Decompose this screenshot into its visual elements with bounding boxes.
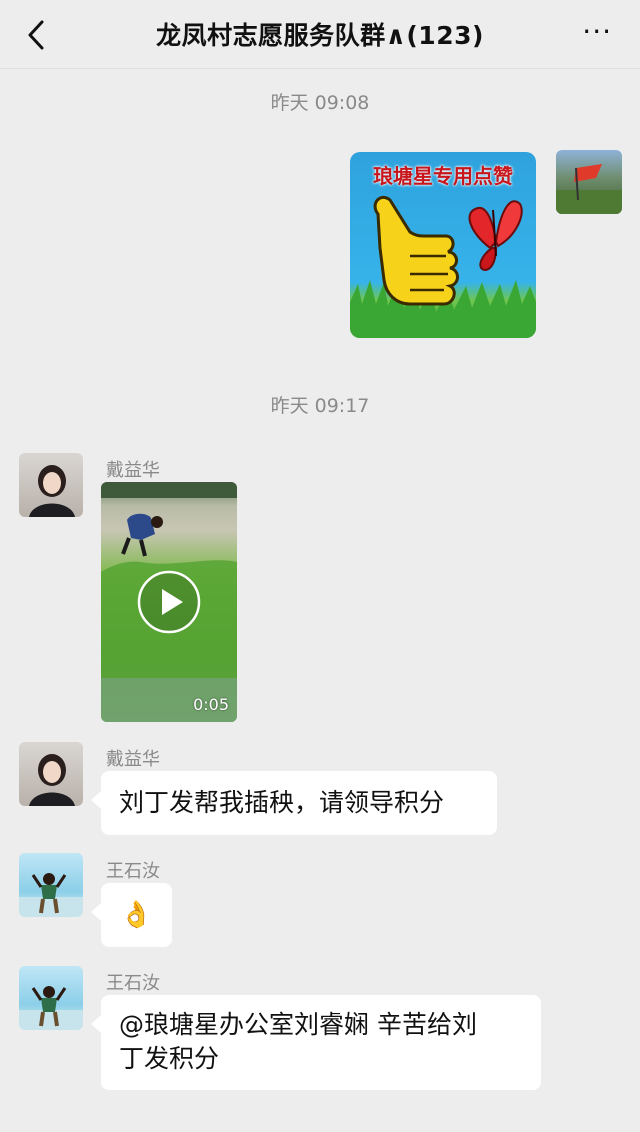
person-icon: [29, 465, 75, 517]
person-icon: [19, 986, 83, 1030]
self-avatar[interactable]: [556, 150, 622, 214]
person-icon: [19, 873, 83, 917]
sender-name: 王石汝: [106, 973, 160, 994]
thumbs-up-icon: [350, 195, 536, 338]
message-bubble[interactable]: 👌: [91, 883, 172, 947]
chat-title: 龙凤村志愿服务队群∧(123): [156, 21, 484, 50]
message-bubble[interactable]: @琅塘星办公室刘睿娴 辛苦给刘 丁发积分: [91, 995, 541, 1090]
avatar[interactable]: [19, 966, 83, 1030]
more-options-icon[interactable]: ···: [582, 18, 612, 46]
message-bubble[interactable]: 刘丁发帮我插秧，请领导积分: [91, 771, 497, 835]
sender-name: 戴益华: [106, 749, 160, 770]
message-text: 刘丁发帮我插秧，请领导积分: [119, 788, 445, 817]
play-icon[interactable]: [137, 570, 201, 634]
sticker-message[interactable]: 琅塘星专用点赞: [350, 152, 536, 338]
ok-hand-emoji: 👌: [120, 900, 153, 930]
avatar[interactable]: [19, 453, 83, 517]
sender-name: 王石汝: [106, 861, 160, 882]
person-icon: [29, 754, 75, 806]
sender-name: 戴益华: [106, 460, 160, 481]
message-text-line: 丁发积分: [119, 1044, 220, 1073]
timestamp: 昨天 09:08: [270, 92, 370, 114]
avatar[interactable]: [19, 853, 83, 917]
video-duration: 0:05: [193, 695, 229, 714]
flag-icon: [556, 164, 622, 214]
video-message[interactable]: 0:05: [101, 482, 237, 722]
message-text-line: @琅塘星办公室刘睿娴 辛苦给刘: [119, 1010, 477, 1039]
chat-header: 龙凤村志愿服务队群∧(123) ···: [0, 0, 640, 69]
avatar[interactable]: [19, 742, 83, 806]
timestamp: 昨天 09:17: [270, 395, 370, 417]
